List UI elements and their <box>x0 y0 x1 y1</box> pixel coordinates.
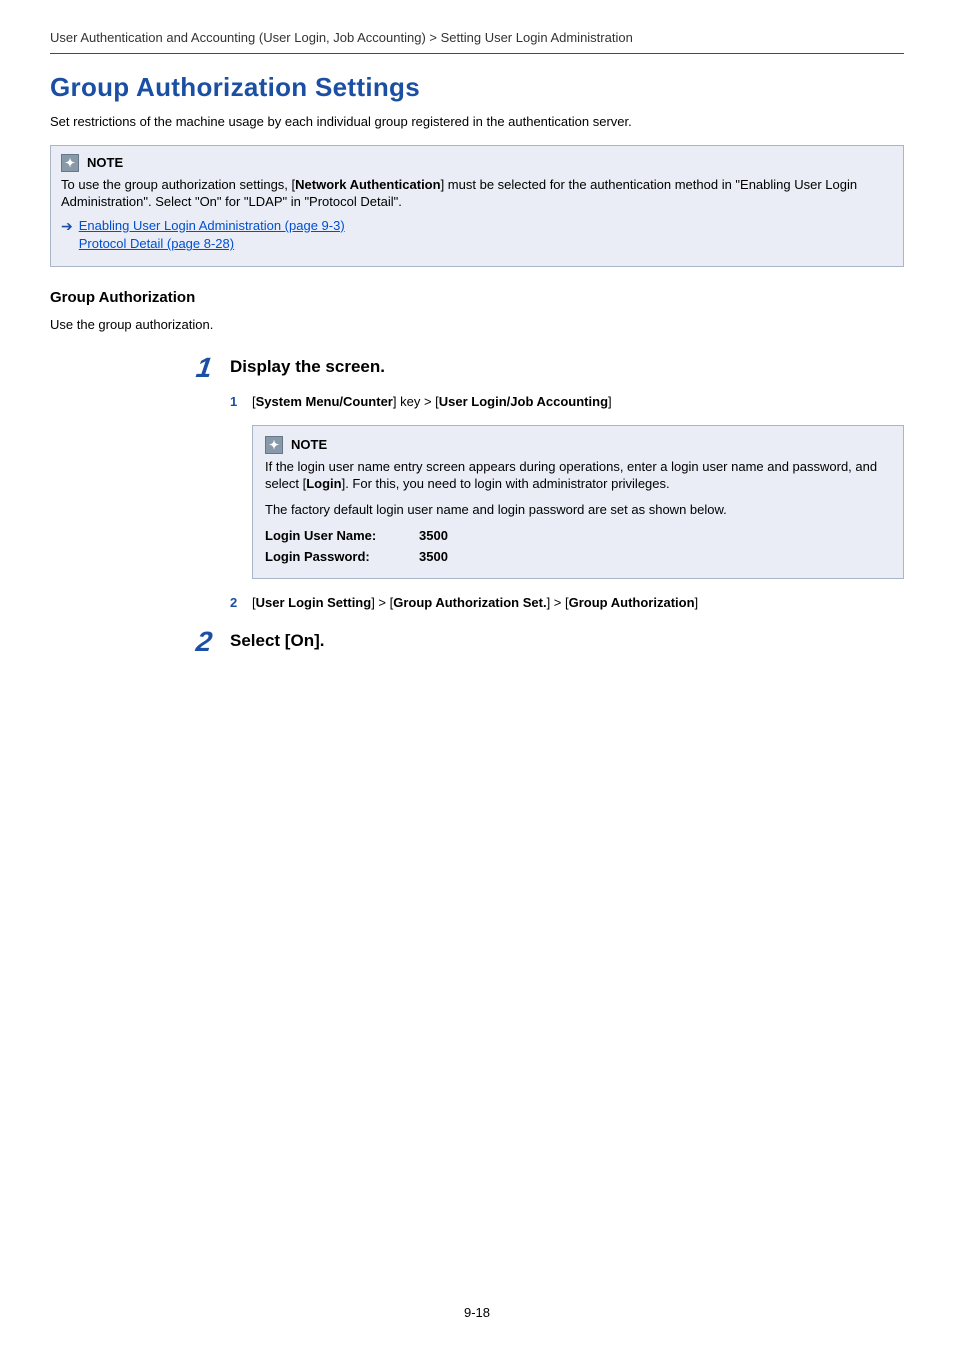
note-icon: ✦ <box>265 436 283 454</box>
login-password-row: Login Password: 3500 <box>265 548 891 566</box>
substep-text: [System Menu/Counter] key > [User Login/… <box>252 394 612 409</box>
substep-number: 2 <box>230 595 242 610</box>
login-username-label: Login User Name: <box>265 527 405 545</box>
inner-note-p2: The factory default login user name and … <box>265 501 891 519</box>
note-body: To use the group authorization settings,… <box>61 176 893 211</box>
step-title: Display the screen. <box>230 354 385 377</box>
page-number: 9-18 <box>0 1305 954 1320</box>
inner-note-p1: If the login user name entry screen appe… <box>265 458 891 493</box>
arrow-icon: ➔ <box>61 218 73 235</box>
substep-text: [User Login Setting] > [Group Authorizat… <box>252 595 698 610</box>
step-1: 1 Display the screen. <box>190 354 904 382</box>
step-title: Select [On]. <box>230 628 324 651</box>
note-title: NOTE <box>291 437 327 452</box>
note-icon: ✦ <box>61 154 79 172</box>
breadcrumb: User Authentication and Accounting (User… <box>50 30 904 45</box>
step-number: 1 <box>188 354 214 382</box>
intro-text: Set restrictions of the machine usage by… <box>50 113 904 131</box>
link-enabling-user-login[interactable]: Enabling User Login Administration (page… <box>79 217 345 236</box>
step-2: 2 Select [On]. <box>190 628 904 656</box>
section-heading: Group Authorization <box>50 289 904 306</box>
login-username-value: 3500 <box>419 527 448 545</box>
note-title: NOTE <box>87 155 123 170</box>
section-intro: Use the group authorization. <box>50 316 904 334</box>
substep-1-1: 1 [System Menu/Counter] key > [User Logi… <box>230 394 904 409</box>
step-number: 2 <box>188 628 214 656</box>
substep-number: 1 <box>230 394 242 409</box>
login-password-value: 3500 <box>419 548 448 566</box>
link-protocol-detail[interactable]: Protocol Detail (page 8-28) <box>79 235 345 254</box>
inner-note-box: ✦ NOTE If the login user name entry scre… <box>252 425 904 579</box>
page-title: Group Authorization Settings <box>50 72 904 103</box>
divider <box>50 53 904 54</box>
login-username-row: Login User Name: 3500 <box>265 527 891 545</box>
note-box: ✦ NOTE To use the group authorization se… <box>50 145 904 268</box>
login-password-label: Login Password: <box>265 548 405 566</box>
substep-1-2: 2 [User Login Setting] > [Group Authoriz… <box>230 595 904 610</box>
